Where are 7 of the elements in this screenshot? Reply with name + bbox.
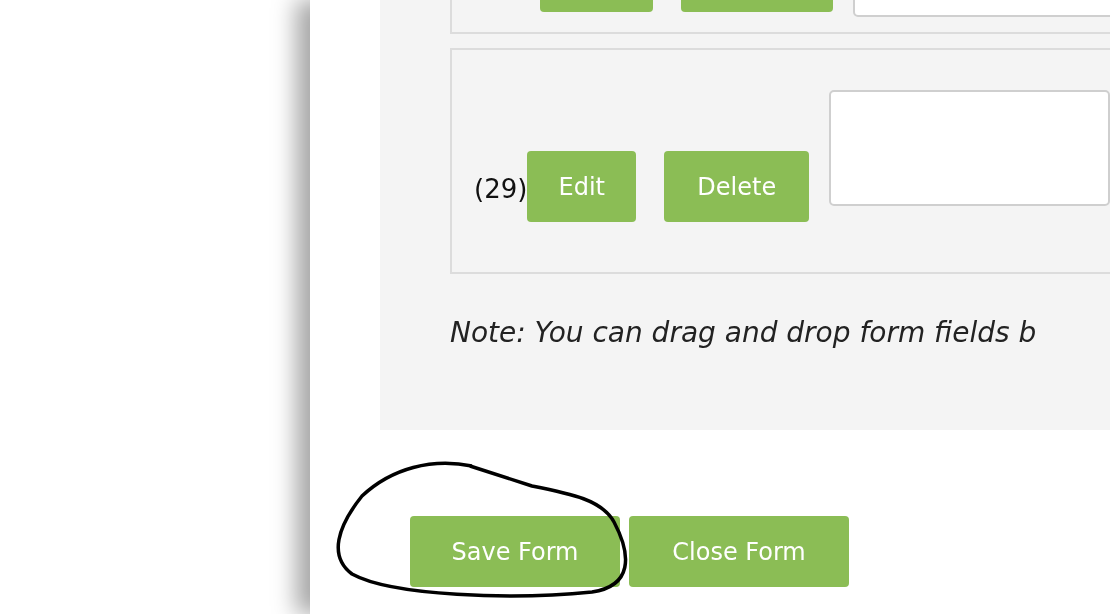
delete-button[interactable]: Delete: [664, 151, 810, 222]
note-text: Note: You can drag and drop form fields b: [450, 315, 1038, 351]
input-field[interactable]: [829, 90, 1110, 206]
field-number: (29): [474, 173, 528, 206]
edit-button[interactable]: Edit: [527, 151, 637, 222]
save-button[interactable]: Save Form: [410, 516, 620, 587]
close-button[interactable]: Close Form: [629, 516, 849, 587]
